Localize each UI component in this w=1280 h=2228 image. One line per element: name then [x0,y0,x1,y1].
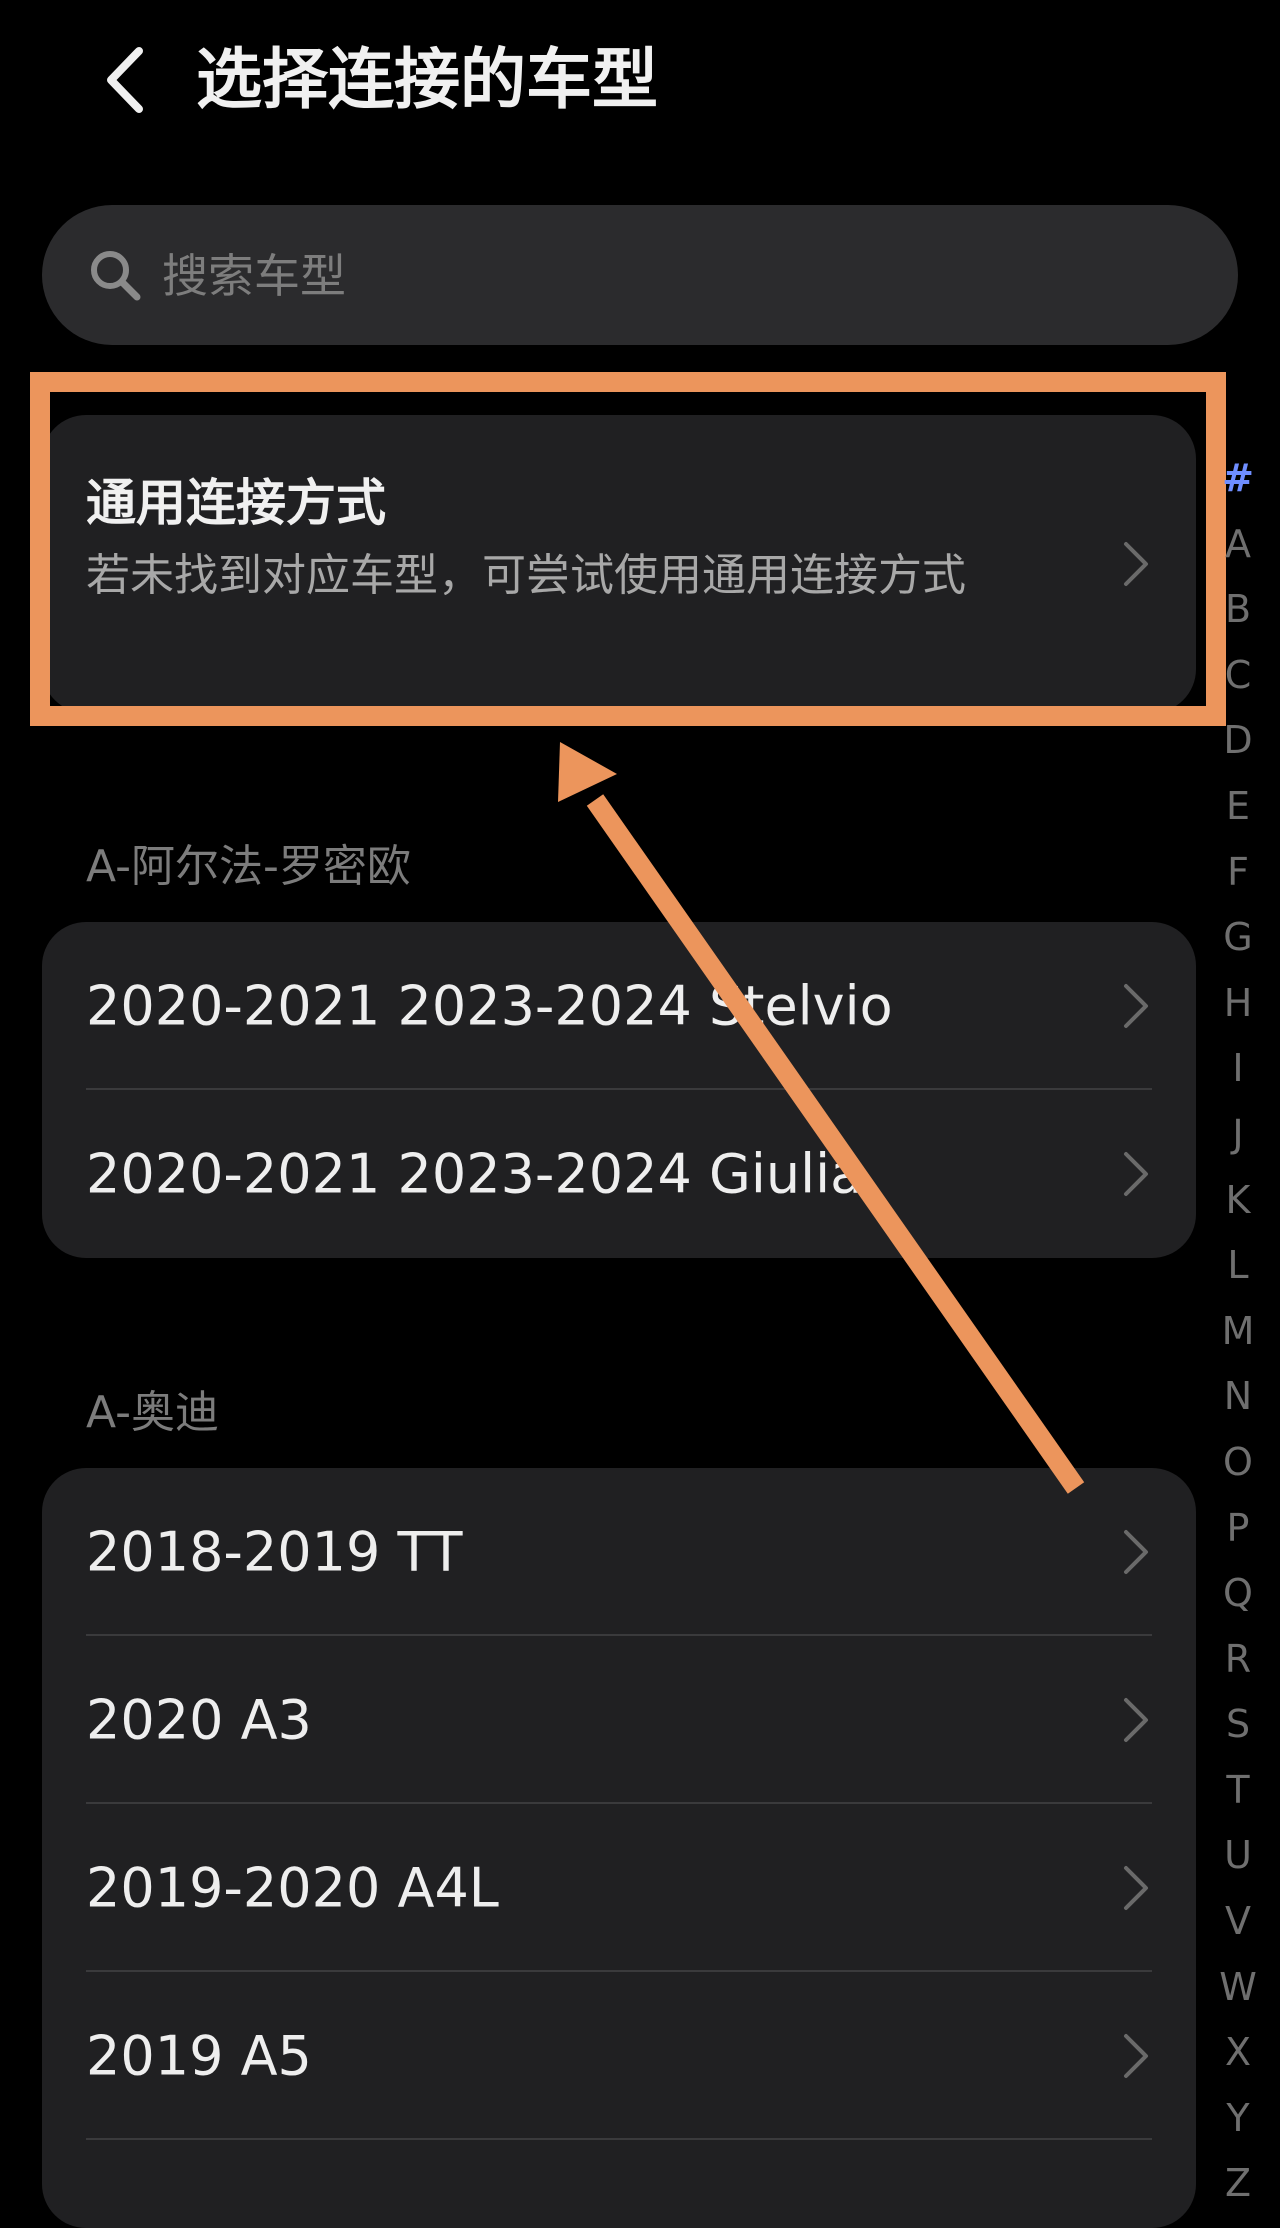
section-card-alfa-romeo: 2020-2021 2023-2024 Stelvio 2020-2021 20… [42,922,1196,1258]
index-letter[interactable]: F [1210,840,1266,906]
section-card-audi: 2018-2019 TT 2020 A3 2019-2020 A4L 2019 … [42,1468,1196,2228]
chevron-left-icon [107,47,143,113]
index-letter[interactable]: I [1210,1036,1266,1102]
chevron-right-icon [1124,2034,1148,2078]
index-letter[interactable]: K [1210,1168,1266,1234]
chevron-right-icon [1124,1698,1148,1742]
index-letter[interactable]: Q [1210,1561,1266,1627]
index-letter[interactable]: Y [1210,2086,1266,2152]
index-letter[interactable]: S [1210,1692,1266,1758]
search-bar[interactable] [42,205,1238,345]
back-button[interactable] [90,40,160,120]
chevron-right-icon [1124,1530,1148,1574]
list-item-label: 2020-2021 2023-2024 Giulia [86,1142,864,1206]
index-letter[interactable]: J [1210,1102,1266,1168]
section-header-audi: A-奥迪 [86,1387,220,1438]
index-letter[interactable]: X [1210,2020,1266,2086]
index-letter[interactable]: G [1210,905,1266,971]
generic-connection-description: 若未找到对应车型，可尝试使用通用连接方式 [86,550,966,601]
alphabet-index[interactable]: # A B C D E F G H I J K L M N O P Q R S … [1210,446,1266,2217]
index-letter[interactable]: B [1210,577,1266,643]
arrow-head [558,742,617,802]
index-letter[interactable]: D [1210,708,1266,774]
chevron-right-icon [1124,542,1148,586]
index-letter[interactable]: L [1210,1233,1266,1299]
index-letter[interactable]: Z [1210,2151,1266,2217]
row-divider [86,2138,1152,2140]
index-letter[interactable]: V [1210,1889,1266,1955]
index-letter[interactable]: W [1210,1955,1266,2021]
index-letter[interactable]: M [1210,1299,1266,1365]
list-item[interactable]: 2020-2021 2023-2024 Stelvio [42,922,1196,1090]
chevron-right-icon [1124,984,1148,1028]
index-letter[interactable]: R [1210,1627,1266,1693]
index-letter[interactable]: U [1210,1823,1266,1889]
list-item-label: 2019-2020 A4L [86,1856,499,1920]
index-letter[interactable]: # [1210,446,1266,512]
page-title: 选择连接的车型 [196,41,658,118]
index-letter[interactable]: N [1210,1364,1266,1430]
index-letter[interactable]: T [1210,1758,1266,1824]
list-item[interactable]: 2020 A3 [42,1636,1196,1804]
list-item[interactable]: 2020-2021 2023-2024 Giulia [42,1090,1196,1258]
list-item-label: 2018-2019 TT [86,1520,463,1584]
list-item[interactable]: 2018-2019 TT [42,1468,1196,1636]
index-letter[interactable]: C [1210,643,1266,709]
index-letter[interactable]: P [1210,1496,1266,1562]
index-letter[interactable]: H [1210,971,1266,1037]
list-item[interactable]: 2019 A5 [42,1972,1196,2140]
index-letter[interactable]: E [1210,774,1266,840]
index-letter[interactable]: O [1210,1430,1266,1496]
list-item-label: 2019 A5 [86,2024,312,2088]
index-letter[interactable]: A [1210,512,1266,578]
generic-connection-title: 通用连接方式 [86,474,386,532]
list-item-label: 2020 A3 [86,1688,312,1752]
chevron-right-icon [1124,1866,1148,1910]
list-item-label: 2020-2021 2023-2024 Stelvio [86,974,893,1038]
chevron-right-icon [1124,1152,1148,1196]
search-input[interactable] [160,235,1204,317]
app-header: 选择连接的车型 [0,0,1280,170]
list-item[interactable]: 2019-2020 A4L [42,1804,1196,1972]
search-icon [91,251,141,301]
section-header-alfa-romeo: A-阿尔法-罗密欧 [86,841,411,892]
generic-connection-option[interactable]: 通用连接方式 若未找到对应车型，可尝试使用通用连接方式 [42,415,1196,713]
